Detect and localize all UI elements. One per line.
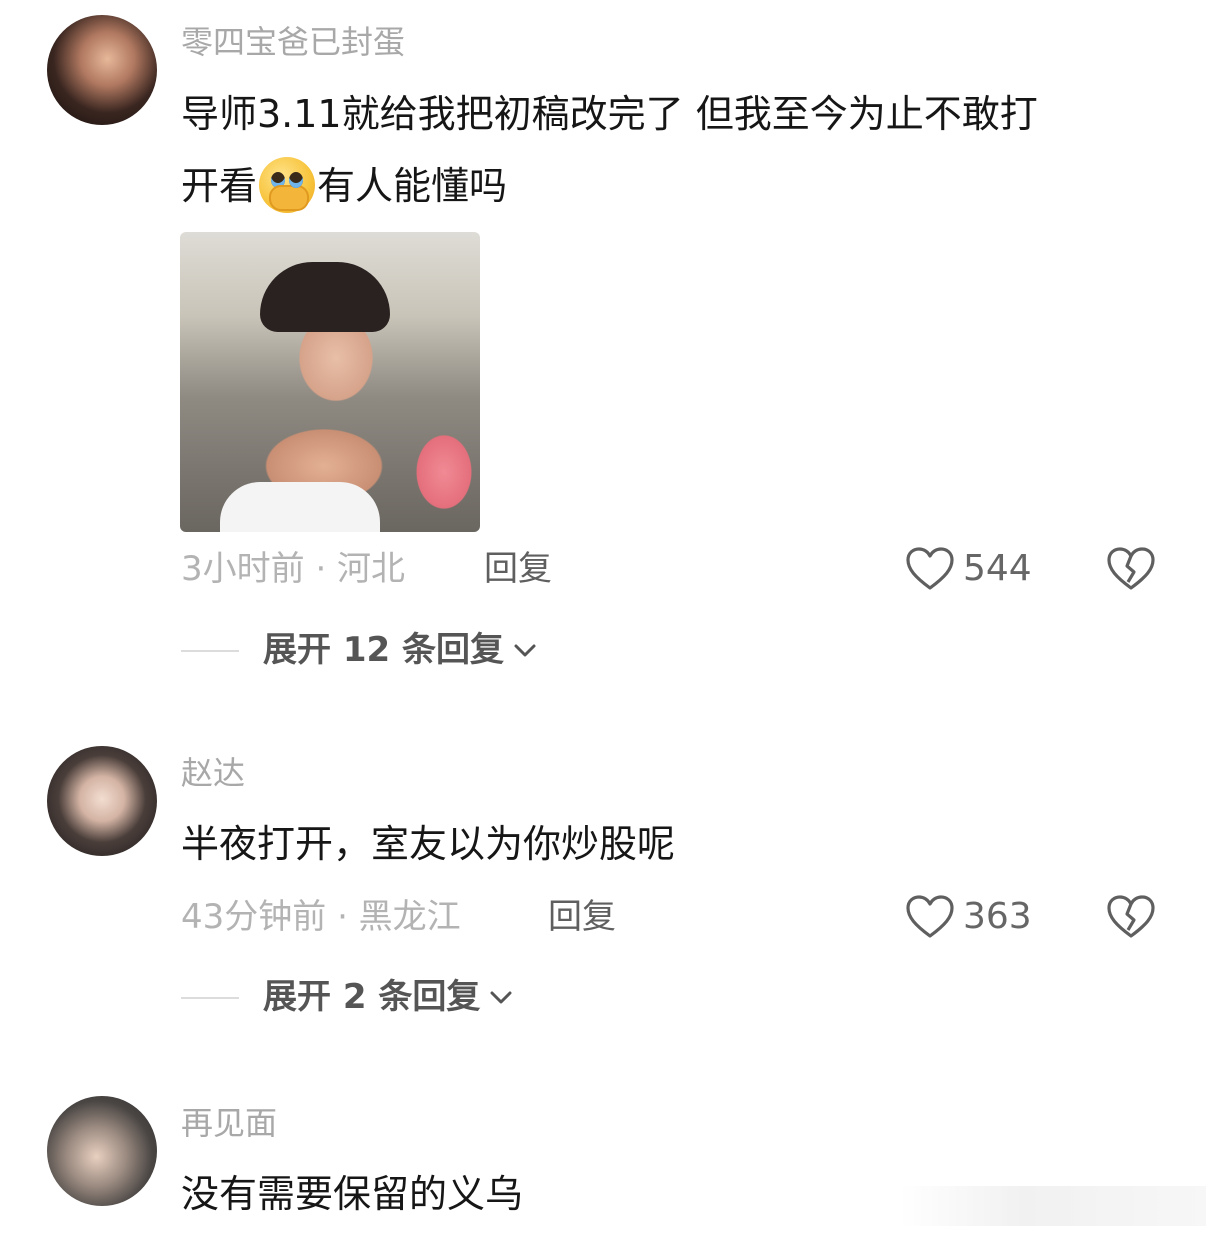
crying-emoji-icon	[259, 156, 316, 213]
avatar[interactable]	[47, 1096, 157, 1206]
avatar[interactable]	[47, 15, 157, 125]
broken-heart-icon[interactable]	[1106, 546, 1156, 592]
reply-button[interactable]: 回复	[548, 894, 616, 940]
comment-text-segment: 开看	[181, 164, 258, 208]
chevron-down-icon	[514, 644, 536, 657]
divider-line	[181, 650, 239, 652]
like-button[interactable]: 544	[905, 546, 1032, 592]
watermark-fade	[900, 1186, 1206, 1226]
avatar[interactable]	[47, 746, 157, 856]
divider-line	[181, 997, 239, 999]
like-count: 363	[963, 896, 1032, 937]
heart-icon	[906, 895, 954, 938]
comment-image[interactable]	[180, 232, 480, 532]
expand-replies-label: 展开 2 条回复	[263, 977, 481, 1017]
comment-time-location: 3小时前 · 河北	[181, 549, 406, 589]
comment-username[interactable]: 赵达	[181, 751, 245, 795]
expand-replies-button[interactable]: 展开 2 条回复	[263, 974, 514, 1020]
comment-text-line: 导师3.11就给我把初稿改完了 但我至今为止不敢打	[181, 92, 1038, 136]
expand-replies-button[interactable]: 展开 12 条回复	[263, 627, 538, 673]
chevron-down-icon	[490, 991, 512, 1004]
comment-text-segment: 有人能懂吗	[317, 164, 508, 208]
expand-replies-label: 展开 12 条回复	[263, 630, 504, 670]
reply-button[interactable]: 回复	[484, 546, 552, 592]
comment-text: 没有需要保留的义乌	[181, 1172, 524, 1216]
like-button[interactable]: 363	[905, 894, 1032, 940]
comment-time-location: 43分钟前 · 黑龙江	[181, 897, 461, 937]
like-count: 544	[963, 548, 1032, 589]
comment-text: 半夜打开，室友以为你炒股呢	[181, 822, 676, 866]
comment-username[interactable]: 再见面	[181, 1101, 277, 1145]
comment-text-line: 开看 有人能懂吗	[181, 150, 507, 222]
heart-icon	[906, 547, 954, 590]
comment-username[interactable]: 零四宝爸已封蛋	[181, 20, 405, 64]
broken-heart-icon[interactable]	[1106, 894, 1156, 940]
